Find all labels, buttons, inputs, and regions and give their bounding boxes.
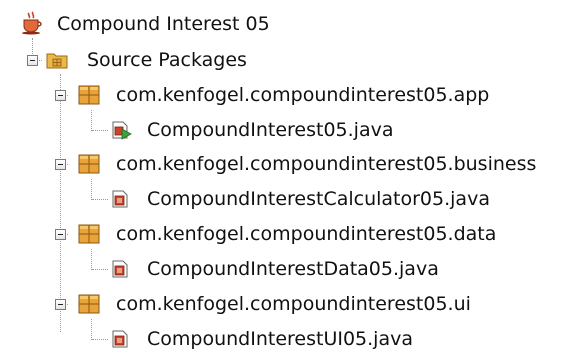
java-file-node[interactable]: CompoundInterestUI05.java <box>0 323 565 355</box>
package-icon <box>78 85 100 105</box>
java-class-icon <box>112 190 128 208</box>
package-node[interactable]: com.kenfogel.compoundinterest05.business <box>0 148 565 180</box>
java-project-icon <box>22 11 42 35</box>
package-node[interactable]: com.kenfogel.compoundinterest05.data <box>0 218 565 250</box>
collapse-toggle[interactable] <box>55 159 66 170</box>
project-node[interactable]: Compound Interest 05 <box>0 8 320 40</box>
file-name: CompoundInterestCalculator05.java <box>147 188 490 210</box>
file-name: CompoundInterestData05.java <box>147 258 439 280</box>
source-folder-icon <box>46 53 68 69</box>
package-name: com.kenfogel.compoundinterest05.app <box>116 84 490 106</box>
collapse-toggle[interactable] <box>55 299 66 310</box>
package-icon <box>78 154 100 174</box>
java-file-node[interactable]: CompoundInterestCalculator05.java <box>0 183 565 215</box>
java-file-node[interactable]: CompoundInterest05.java <box>0 114 565 146</box>
source-packages-node[interactable]: Source Packages <box>0 44 320 76</box>
java-class-icon <box>112 260 128 278</box>
package-node[interactable]: com.kenfogel.compoundinterest05.ui <box>0 288 565 320</box>
java-class-icon <box>112 330 128 348</box>
java-file-node[interactable]: CompoundInterestData05.java <box>0 253 565 285</box>
package-icon <box>78 224 100 244</box>
package-name: com.kenfogel.compoundinterest05.ui <box>116 293 471 315</box>
collapse-toggle[interactable] <box>27 55 38 66</box>
project-tree: Compound Interest 05 Source Packages com… <box>0 0 565 355</box>
source-packages-label: Source Packages <box>87 49 247 71</box>
collapse-toggle[interactable] <box>55 90 66 101</box>
file-name: CompoundInterestUI05.java <box>147 328 413 350</box>
collapse-toggle[interactable] <box>55 229 66 240</box>
package-name: com.kenfogel.compoundinterest05.business <box>116 153 537 175</box>
project-name: Compound Interest 05 <box>57 13 270 35</box>
package-name: com.kenfogel.compoundinterest05.data <box>116 223 497 245</box>
package-icon <box>78 294 100 314</box>
file-name: CompoundInterest05.java <box>147 119 394 141</box>
java-main-class-icon <box>112 121 132 140</box>
package-node[interactable]: com.kenfogel.compoundinterest05.app <box>0 79 565 111</box>
